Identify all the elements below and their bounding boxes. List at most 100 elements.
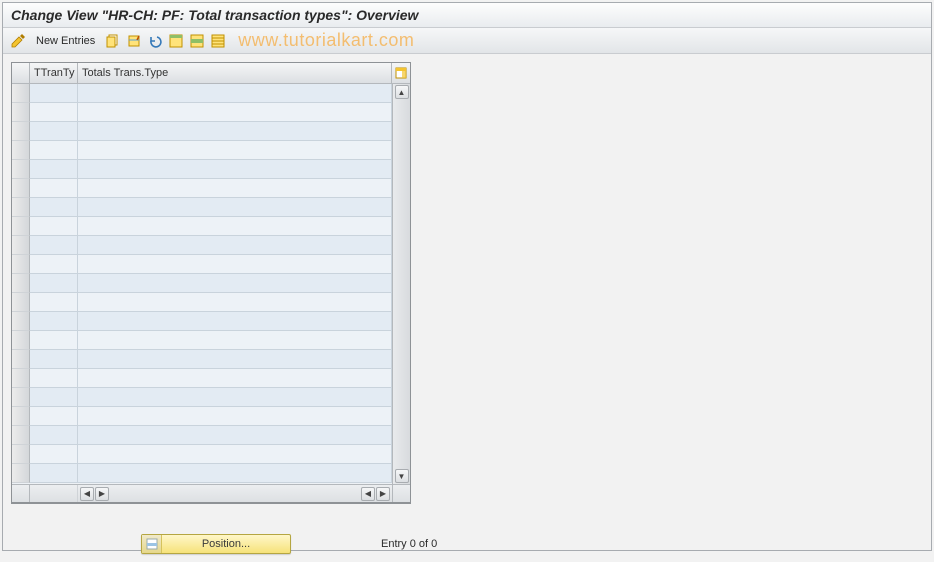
copy-icon[interactable] [104, 32, 122, 50]
scroll-down-icon[interactable]: ▼ [395, 469, 409, 483]
cell-ttranty[interactable] [30, 103, 78, 122]
row-selector[interactable] [12, 445, 30, 464]
row-selector[interactable] [12, 122, 30, 141]
row-selector[interactable] [12, 388, 30, 407]
position-button[interactable]: Position... [141, 534, 291, 554]
cell-ttranty[interactable] [30, 388, 78, 407]
new-entries-button[interactable]: New Entries [30, 34, 101, 48]
cell-ttranty[interactable] [30, 236, 78, 255]
cell-totals-trans-type[interactable] [78, 426, 392, 445]
row-selector[interactable] [12, 426, 30, 445]
row-selector[interactable] [12, 407, 30, 426]
entry-status: Entry 0 of 0 [381, 538, 437, 550]
cell-totals-trans-type[interactable] [78, 331, 392, 350]
cell-totals-trans-type[interactable] [78, 84, 392, 103]
footer: Position... Entry 0 of 0 [11, 534, 923, 554]
rows-area [12, 84, 392, 484]
row-selector[interactable] [12, 198, 30, 217]
cell-ttranty[interactable] [30, 369, 78, 388]
row-selector[interactable] [12, 141, 30, 160]
scroll-left-inner-icon[interactable]: ◀ [361, 487, 375, 501]
scroll-up-icon[interactable]: ▲ [395, 85, 409, 99]
edit-icon[interactable] [9, 32, 27, 50]
cell-ttranty[interactable] [30, 350, 78, 369]
cell-totals-trans-type[interactable] [78, 388, 392, 407]
page-title: Change View "HR-CH: PF: Total transactio… [3, 3, 931, 28]
cell-totals-trans-type[interactable] [78, 141, 392, 160]
cell-totals-trans-type[interactable] [78, 445, 392, 464]
cell-ttranty[interactable] [30, 312, 78, 331]
table-row [12, 407, 392, 426]
row-selector[interactable] [12, 464, 30, 483]
cell-ttranty[interactable] [30, 464, 78, 483]
cell-ttranty[interactable] [30, 331, 78, 350]
cell-ttranty[interactable] [30, 274, 78, 293]
cell-totals-trans-type[interactable] [78, 407, 392, 426]
cell-totals-trans-type[interactable] [78, 369, 392, 388]
select-block-icon[interactable] [188, 32, 206, 50]
cell-totals-trans-type[interactable] [78, 160, 392, 179]
cell-ttranty[interactable] [30, 179, 78, 198]
row-selector[interactable] [12, 274, 30, 293]
table-row [12, 388, 392, 407]
cell-totals-trans-type[interactable] [78, 122, 392, 141]
cell-totals-trans-type[interactable] [78, 350, 392, 369]
row-selector-header[interactable] [12, 63, 30, 83]
cell-ttranty[interactable] [30, 293, 78, 312]
cell-ttranty[interactable] [30, 255, 78, 274]
row-selector[interactable] [12, 369, 30, 388]
table-row [12, 198, 392, 217]
table-row [12, 350, 392, 369]
cell-ttranty[interactable] [30, 141, 78, 160]
cell-ttranty[interactable] [30, 426, 78, 445]
cell-ttranty[interactable] [30, 122, 78, 141]
cell-totals-trans-type[interactable] [78, 274, 392, 293]
cell-totals-trans-type[interactable] [78, 236, 392, 255]
row-selector[interactable] [12, 312, 30, 331]
watermark-text: www.tutorialkart.com [238, 30, 414, 51]
row-selector[interactable] [12, 255, 30, 274]
undo-icon[interactable] [146, 32, 164, 50]
cell-totals-trans-type[interactable] [78, 312, 392, 331]
cell-totals-trans-type[interactable] [78, 293, 392, 312]
column-header-totals-trans-type[interactable]: Totals Trans.Type [78, 63, 392, 83]
delete-icon[interactable] [125, 32, 143, 50]
cell-ttranty[interactable] [30, 160, 78, 179]
cell-totals-trans-type[interactable] [78, 217, 392, 236]
sap-window: Change View "HR-CH: PF: Total transactio… [2, 2, 932, 551]
position-label: Position... [162, 538, 290, 550]
horizontal-scrollbar[interactable]: ◀ ▶ ◀ ▶ [12, 484, 410, 502]
row-selector[interactable] [12, 217, 30, 236]
cell-totals-trans-type[interactable] [78, 179, 392, 198]
deselect-all-icon[interactable] [209, 32, 227, 50]
cell-ttranty[interactable] [30, 84, 78, 103]
cell-totals-trans-type[interactable] [78, 255, 392, 274]
table-row [12, 179, 392, 198]
cell-totals-trans-type[interactable] [78, 103, 392, 122]
row-selector[interactable] [12, 179, 30, 198]
cell-ttranty[interactable] [30, 445, 78, 464]
table-row [12, 464, 392, 483]
scroll-right-icon[interactable]: ▶ [376, 487, 390, 501]
cell-ttranty[interactable] [30, 198, 78, 217]
select-all-icon[interactable] [167, 32, 185, 50]
row-selector[interactable] [12, 236, 30, 255]
vertical-scrollbar[interactable]: ▲ ▼ [392, 84, 410, 484]
content-area: TTranTy Totals Trans.Type ▲ ▼ [3, 54, 931, 562]
column-header-ttranty[interactable]: TTranTy [30, 63, 78, 83]
scroll-left-icon[interactable]: ◀ [80, 487, 94, 501]
table-row [12, 141, 392, 160]
row-selector[interactable] [12, 103, 30, 122]
row-selector[interactable] [12, 293, 30, 312]
row-selector[interactable] [12, 84, 30, 103]
cell-ttranty[interactable] [30, 217, 78, 236]
row-selector[interactable] [12, 350, 30, 369]
scroll-right-inner-icon[interactable]: ▶ [95, 487, 109, 501]
table-row [12, 217, 392, 236]
row-selector[interactable] [12, 160, 30, 179]
cell-totals-trans-type[interactable] [78, 198, 392, 217]
cell-ttranty[interactable] [30, 407, 78, 426]
table-config-icon[interactable] [392, 63, 410, 83]
cell-totals-trans-type[interactable] [78, 464, 392, 483]
row-selector[interactable] [12, 331, 30, 350]
